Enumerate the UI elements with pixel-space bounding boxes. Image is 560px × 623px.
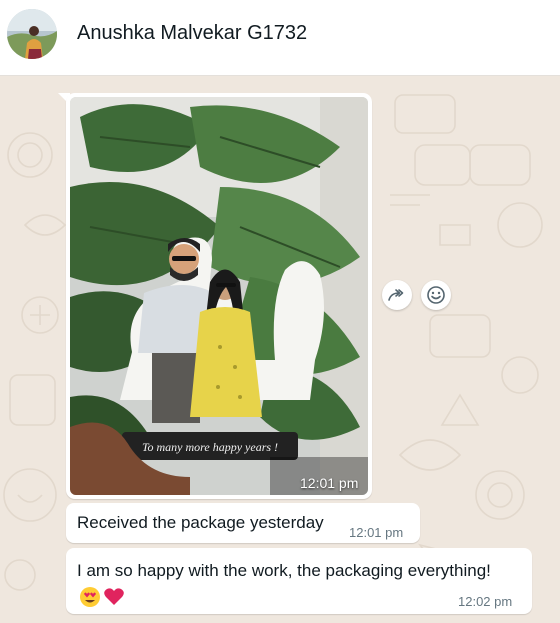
red-heart-emoji-icon	[104, 587, 124, 605]
message-text-body: I am so happy with the work, the packagi…	[77, 561, 491, 580]
emoji-react-icon	[427, 286, 445, 304]
message-time: 12:02 pm	[458, 594, 513, 609]
react-button[interactable]	[421, 280, 451, 310]
text-message-bubble[interactable]: Received the package yesterday 12:01 pm	[66, 503, 420, 543]
message-text: Received the package yesterday	[77, 513, 324, 532]
chat-header: Anushka Malvekar G1732	[0, 0, 560, 76]
heart-eyes-emoji-icon	[80, 586, 100, 607]
text-message-bubble[interactable]: I am so happy with the work, the packagi…	[66, 548, 532, 614]
image-message-photo[interactable]: To many more happy years !	[70, 97, 368, 495]
contact-name[interactable]: Anushka Malvekar G1732	[77, 22, 307, 45]
contact-avatar[interactable]	[7, 9, 57, 59]
photo-illustration: To many more happy years !	[70, 97, 368, 495]
photo-caption-text: To many more happy years !	[142, 440, 278, 454]
message-time: 12:01 pm	[349, 525, 404, 540]
forward-icon	[388, 289, 404, 301]
image-message-time: 12:01 pm	[300, 475, 359, 491]
avatar-photo-icon	[7, 9, 57, 59]
message-text: I am so happy with the work, the packagi…	[77, 558, 497, 608]
forward-button[interactable]	[382, 280, 412, 310]
